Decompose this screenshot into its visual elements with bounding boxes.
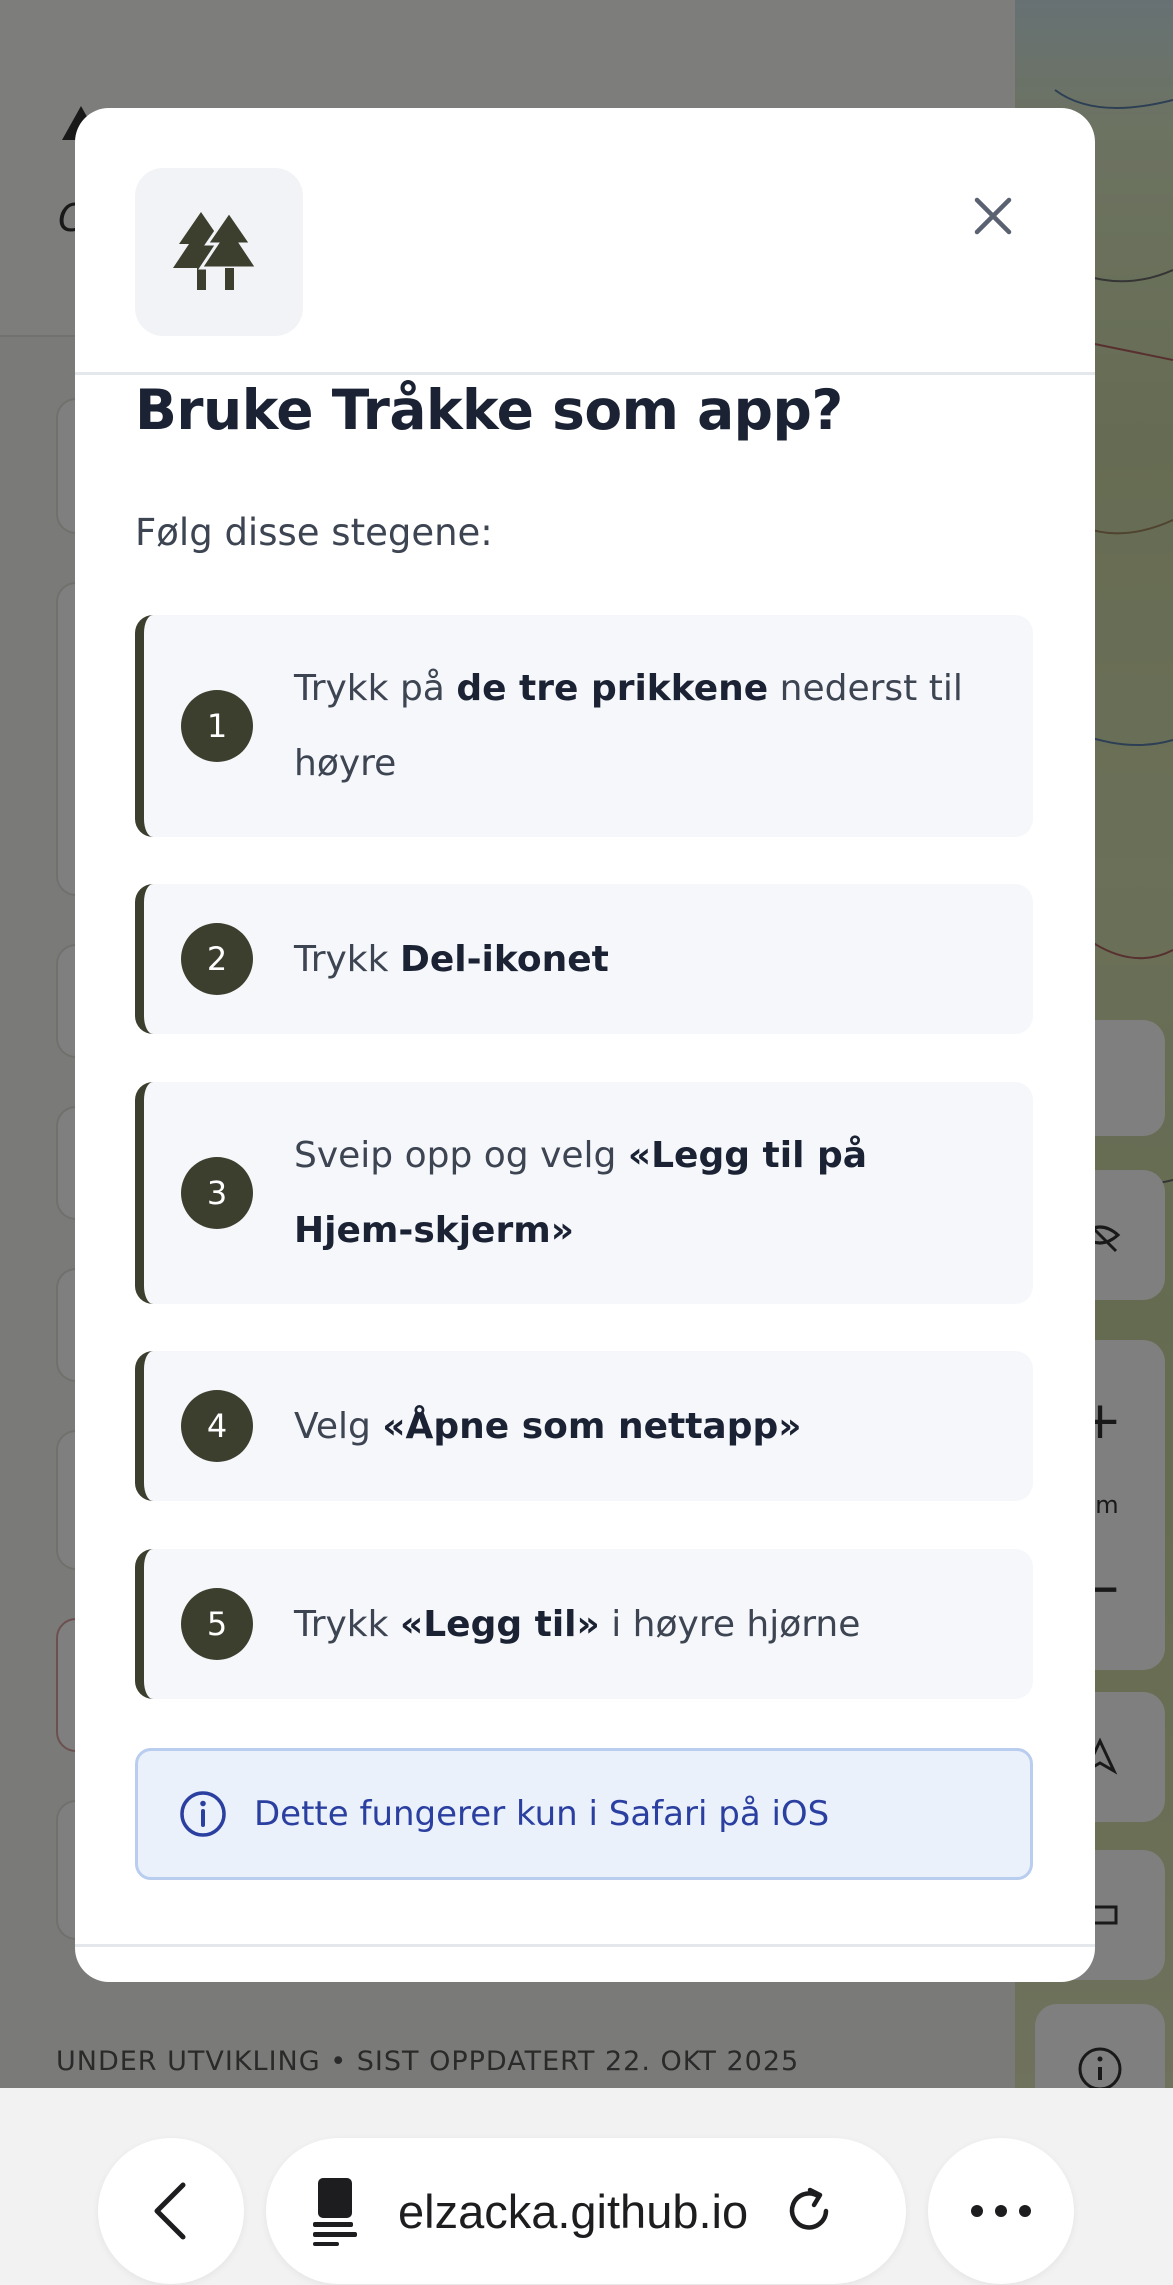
- more-icon: [971, 2205, 1031, 2217]
- tree-logo-icon: [173, 210, 260, 290]
- step-number: 3: [181, 1157, 253, 1229]
- step-item: 4 Velg «Åpne som nettapp»: [135, 1351, 1033, 1501]
- back-icon: [154, 2182, 186, 2240]
- step-text: Trykk «Legg til» i høyre hjørne: [294, 1603, 861, 1645]
- browser-toolbar: elzacka.github.io: [0, 2088, 1173, 2285]
- modal-intro: Følg disse stegene:: [135, 511, 493, 554]
- more-button[interactable]: [928, 2138, 1074, 2284]
- close-button[interactable]: [955, 178, 1031, 254]
- url-text: elzacka.github.io: [398, 2184, 749, 2238]
- modal-footer-divider: [75, 1944, 1095, 1947]
- back-button[interactable]: [98, 2138, 244, 2284]
- close-icon: [974, 197, 1012, 235]
- info-text: Dette fungerer kun i Safari på iOS: [254, 1794, 830, 1834]
- step-number: 4: [181, 1390, 253, 1462]
- safari-info-notice: Dette fungerer kun i Safari på iOS: [135, 1748, 1033, 1880]
- step-item: 3 Sveip opp og velg «Legg til på Hjem-sk…: [135, 1082, 1033, 1304]
- step-text: Velg «Åpne som nettapp»: [294, 1405, 802, 1447]
- page-menu-icon: [313, 2178, 357, 2246]
- step-text: Sveip opp og velg «Legg til på Hjem-skje…: [294, 1135, 868, 1251]
- step-item: 1 Trykk på de tre prikkene nederst til h…: [135, 615, 1033, 837]
- step-text: Trykk på de tre prikkene nederst til høy…: [294, 668, 963, 784]
- step-number: 5: [181, 1588, 253, 1660]
- reload-icon[interactable]: [782, 2184, 836, 2238]
- install-app-modal: Bruke Tråkke som app? Følg disse stegene…: [75, 108, 1095, 1982]
- modal-header: [75, 108, 1095, 375]
- step-number: 2: [181, 923, 253, 995]
- info-icon: [180, 1791, 226, 1837]
- modal-title: Bruke Tråkke som app?: [135, 378, 843, 442]
- step-number: 1: [181, 690, 253, 762]
- step-item: 2 Trykk Del-ikonet: [135, 884, 1033, 1034]
- address-bar[interactable]: elzacka.github.io: [266, 2138, 906, 2284]
- step-text: Trykk Del-ikonet: [294, 938, 609, 980]
- step-item: 5 Trykk «Legg til» i høyre hjørne: [135, 1549, 1033, 1699]
- app-logo: [135, 168, 303, 336]
